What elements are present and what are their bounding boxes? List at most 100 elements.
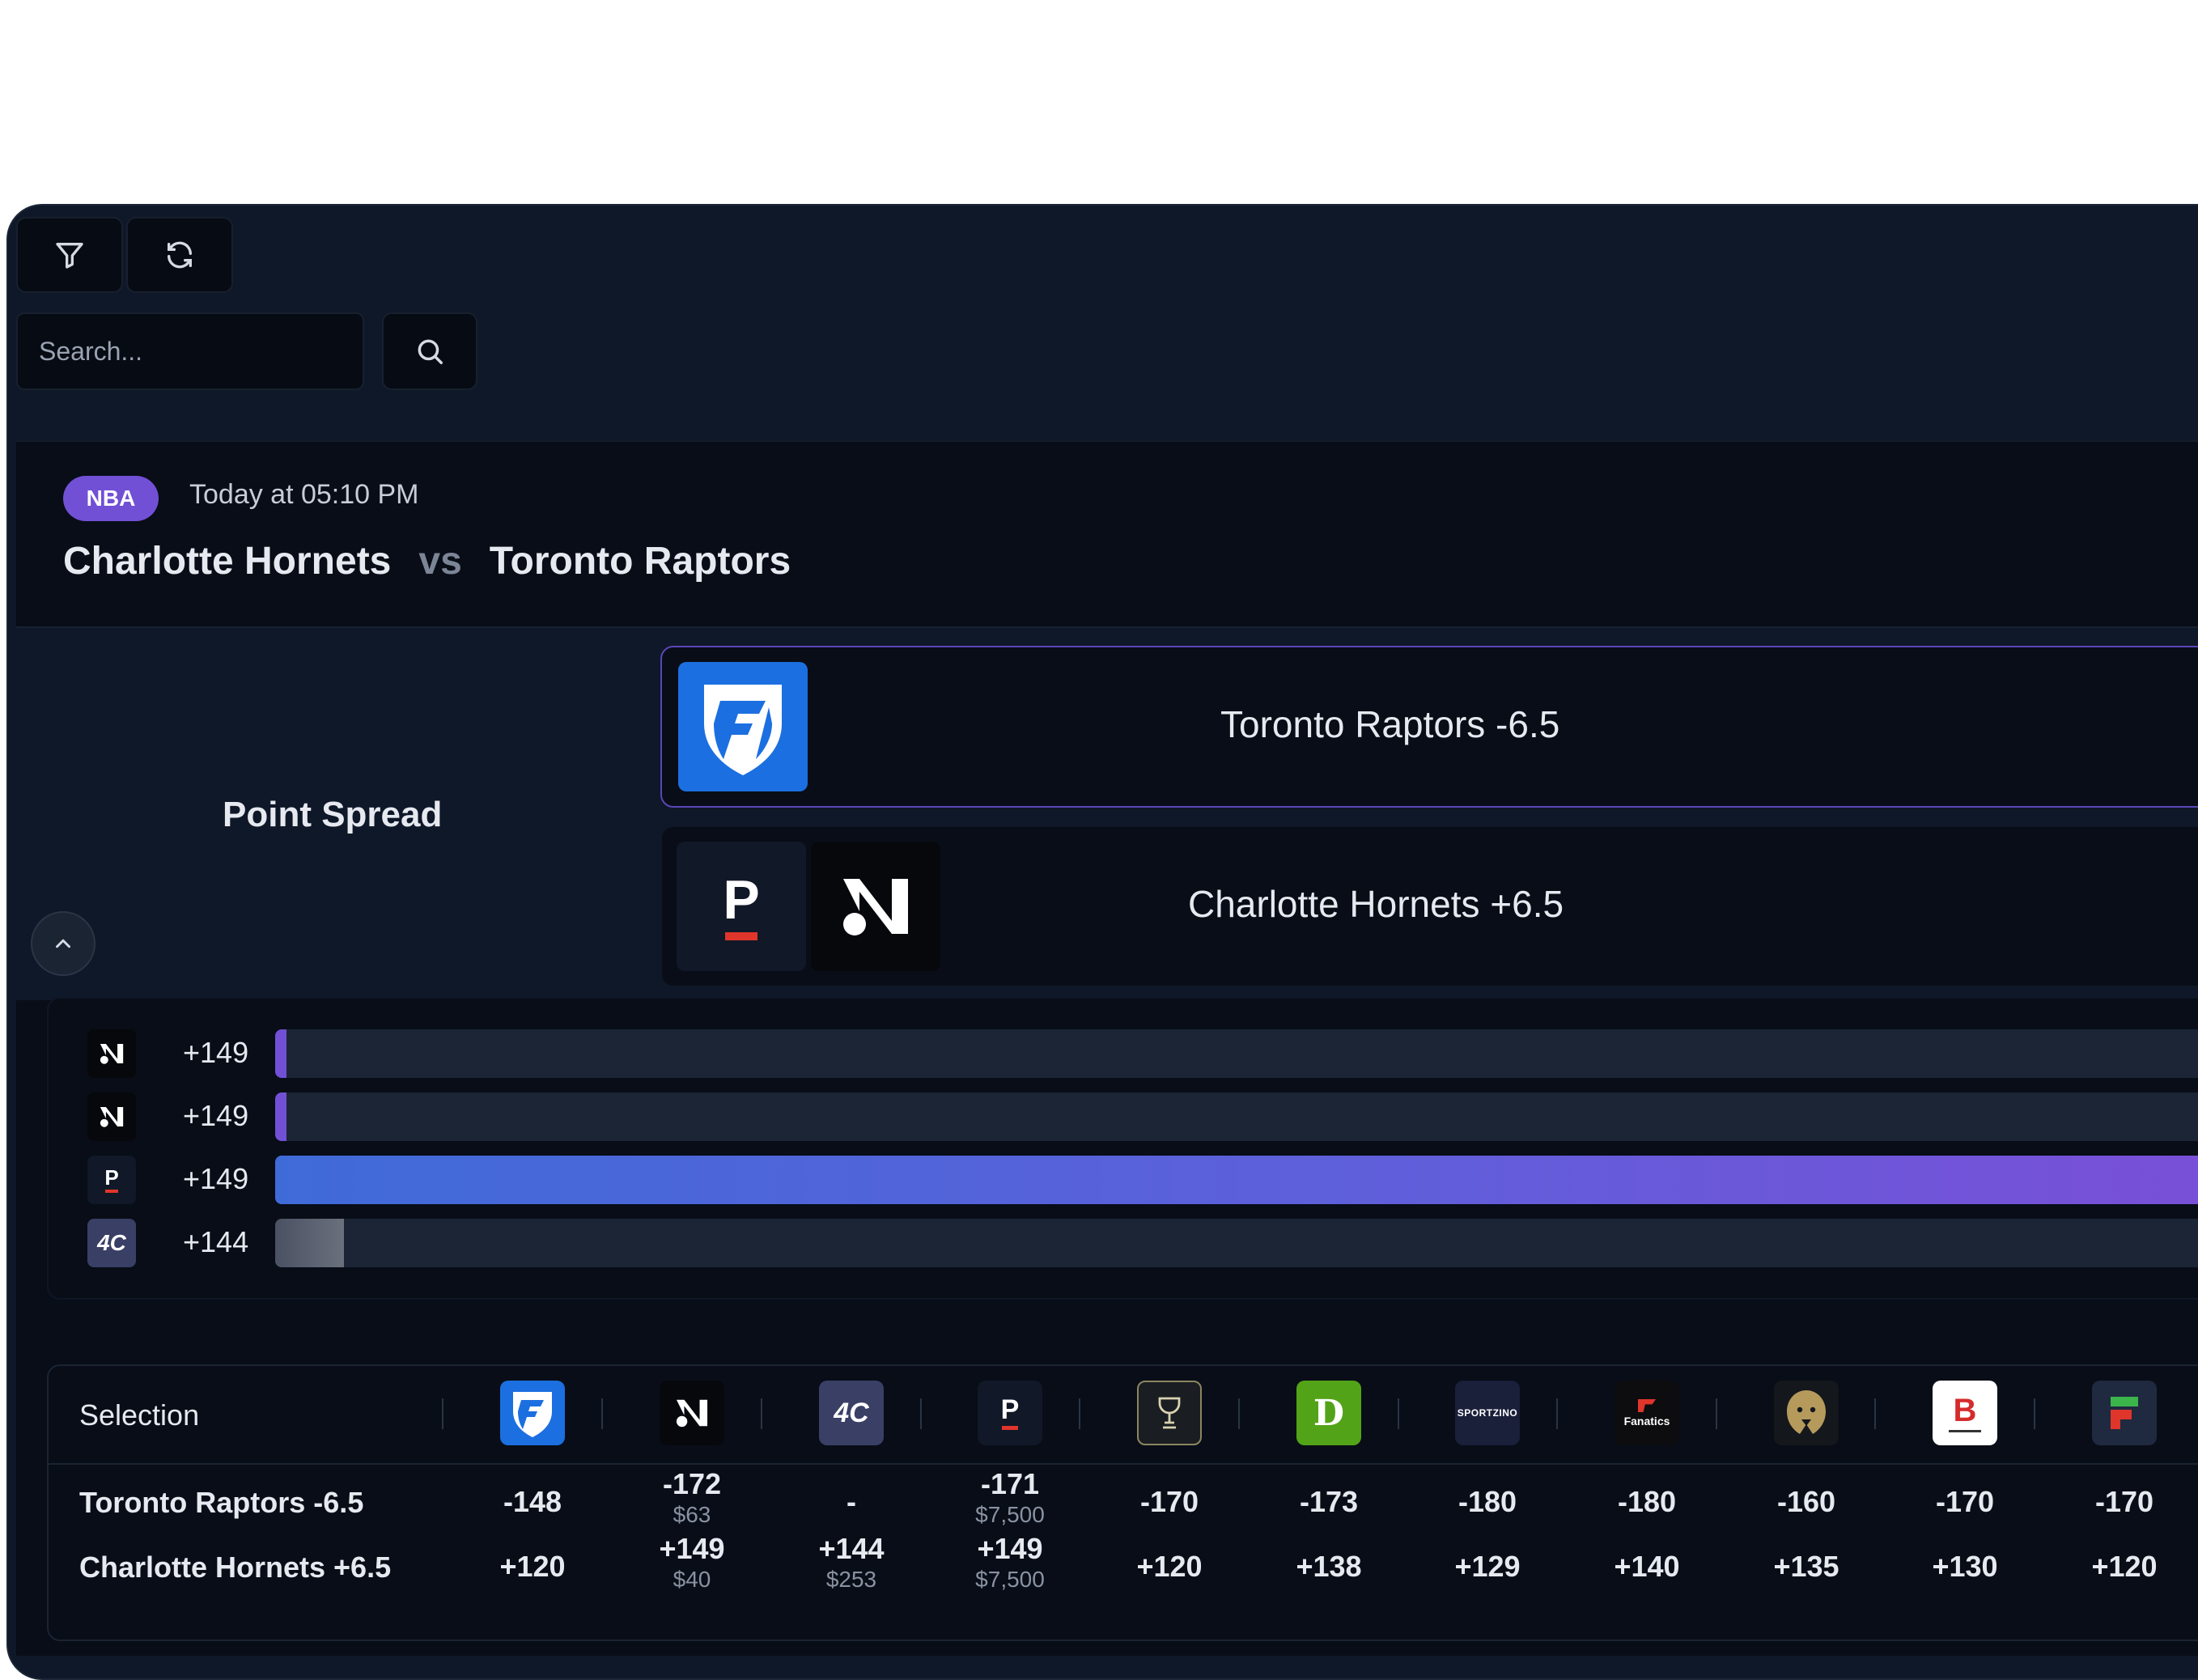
event-header: NBA Today at 05:10 PM Charlotte Hornets v… xyxy=(16,442,2198,628)
search-input[interactable] xyxy=(16,312,364,390)
fanduel-column-logo[interactable] xyxy=(500,1381,565,1445)
stake-value: $63 xyxy=(673,1502,711,1527)
pointsbet-icon: P xyxy=(87,1156,136,1204)
novig-logo xyxy=(811,842,940,971)
best-odds-label-away: Toronto Raptors -6.5 xyxy=(1220,703,1560,745)
collapse-button[interactable] xyxy=(31,911,95,976)
matchup-title: Charlotte Hornets vs Toronto Raptors xyxy=(63,539,791,583)
fanduel-logo xyxy=(678,662,808,791)
search-icon xyxy=(418,339,443,364)
odds-cell[interactable]: -170 xyxy=(2060,1486,2189,1518)
bar-odds-label: +149 xyxy=(183,1036,249,1069)
odds-value: -180 xyxy=(1458,1485,1517,1518)
selection-header: Selection xyxy=(79,1398,200,1432)
fanatics-column-logo[interactable]: Fanatics xyxy=(1615,1381,1679,1445)
odds-value: -170 xyxy=(2094,1485,2154,1518)
sportzino-column-logo[interactable]: SPORTZINO xyxy=(1455,1381,1520,1445)
bar-odds-label: +144 xyxy=(183,1225,249,1258)
odds-cell[interactable]: -172 $63 xyxy=(627,1468,757,1529)
fliff-column-logo[interactable] xyxy=(2092,1381,2157,1445)
odds-value: +120 xyxy=(1136,1550,1203,1583)
refresh-button[interactable] xyxy=(126,217,233,293)
odds-value: -170 xyxy=(1935,1485,1995,1518)
odds-cell[interactable]: -180 xyxy=(1423,1486,1552,1518)
bar-track xyxy=(275,1156,2198,1204)
odds-comparison-chart: +149 +149 P +149 4C +144 xyxy=(47,997,2198,1300)
filter-icon xyxy=(56,243,83,269)
best-odds-row-home[interactable]: P Charlotte Hornets +6.5 xyxy=(660,825,2198,987)
market-title: Point Spread xyxy=(223,795,443,834)
row-label: Toronto Raptors -6.5 xyxy=(79,1486,364,1519)
odds-value: +120 xyxy=(2091,1550,2158,1583)
stake-value: $253 xyxy=(825,1567,877,1592)
odds-value: -148 xyxy=(503,1485,562,1518)
away-team: Toronto Raptors xyxy=(489,540,791,583)
novig-column-logo[interactable] xyxy=(660,1381,724,1445)
odds-cell[interactable]: -170 xyxy=(1105,1486,1234,1518)
novig-icon xyxy=(87,1029,136,1078)
odds-cell[interactable]: +149 $7,500 xyxy=(945,1533,1075,1594)
circa-column-logo[interactable] xyxy=(1137,1381,1202,1445)
odds-cell[interactable]: +129 xyxy=(1423,1551,1552,1583)
trophy-icon xyxy=(1158,1397,1181,1429)
odds-cell[interactable]: +120 xyxy=(2060,1551,2189,1583)
bar-track xyxy=(275,1029,2198,1078)
odds-cell[interactable]: -160 xyxy=(1742,1486,1871,1518)
odds-cell[interactable]: +120 xyxy=(468,1551,597,1583)
odds-cell[interactable]: +130 xyxy=(1900,1551,2030,1583)
bar-fill xyxy=(275,1219,344,1267)
draftkings-column-logo[interactable]: D xyxy=(1296,1381,1361,1445)
league-badge: NBA xyxy=(63,476,159,521)
odds-value: -172 xyxy=(662,1467,722,1500)
filter-button[interactable] xyxy=(16,217,123,293)
chart-bar-row: +149 xyxy=(49,1092,2198,1143)
table-header: Selection 4C P D SPORTZINO Fanatics B xyxy=(49,1366,2198,1465)
odds-value: +144 xyxy=(818,1532,885,1565)
odds-cell[interactable]: +138 xyxy=(1264,1551,1394,1583)
bar-fill xyxy=(275,1029,286,1078)
best-odds-row-away[interactable]: Toronto Raptors -6.5 xyxy=(660,646,2198,808)
fanduel-shield-icon xyxy=(704,685,782,775)
event-time: Today at 05:10 PM xyxy=(189,479,419,510)
pointsbet-underline xyxy=(724,932,757,940)
market-section: Point Spread Toronto Raptors -6.5 P Char… xyxy=(16,628,2198,1000)
odds-value: +120 xyxy=(499,1550,566,1583)
4cx-icon: 4C xyxy=(87,1219,136,1267)
bovada-column-logo[interactable]: B xyxy=(1933,1381,1997,1445)
pointsbet-column-logo[interactable]: P xyxy=(978,1381,1042,1445)
odds-cell[interactable]: +144 $253 xyxy=(787,1533,916,1594)
odds-value: +130 xyxy=(1932,1550,1998,1583)
row-label: Charlotte Hornets +6.5 xyxy=(79,1551,392,1584)
bar-odds-label: +149 xyxy=(183,1162,249,1195)
odds-cell[interactable]: -170 xyxy=(1900,1486,2030,1518)
betmgm-column-logo[interactable] xyxy=(1774,1381,1839,1445)
search-button[interactable] xyxy=(382,312,477,390)
odds-cell[interactable]: -171 $7,500 xyxy=(945,1468,1075,1529)
odds-cell[interactable]: +135 xyxy=(1742,1551,1871,1583)
odds-cell[interactable]: -148 xyxy=(468,1486,597,1518)
odds-cell[interactable]: -180 xyxy=(1582,1486,1712,1518)
odds-cell[interactable]: -173 xyxy=(1264,1486,1394,1518)
lion-icon xyxy=(1787,1390,1826,1434)
novig-icon xyxy=(87,1092,136,1141)
odds-value: -160 xyxy=(1776,1485,1836,1518)
bar-fill xyxy=(275,1156,2198,1204)
odds-value: +140 xyxy=(1614,1550,1680,1583)
home-team: Charlotte Hornets xyxy=(63,540,392,583)
odds-value: +149 xyxy=(659,1532,725,1565)
odds-value: +135 xyxy=(1773,1550,1839,1583)
bar-track xyxy=(275,1092,2198,1141)
odds-panel: NBA Today at 05:10 PM Charlotte Hornets v… xyxy=(6,204,2198,1680)
best-odds-label-home: Charlotte Hornets +6.5 xyxy=(1188,883,1564,925)
odds-value: -171 xyxy=(980,1467,1040,1500)
odds-value: +129 xyxy=(1454,1550,1521,1583)
refresh-icon xyxy=(168,241,192,269)
4cx-column-logo[interactable]: 4C xyxy=(819,1381,884,1445)
odds-cell[interactable]: +120 xyxy=(1105,1551,1234,1583)
odds-table: Selection 4C P D SPORTZINO Fanatics B To… xyxy=(47,1364,2198,1641)
bar-odds-label: +149 xyxy=(183,1099,249,1132)
odds-cell[interactable]: +140 xyxy=(1582,1551,1712,1583)
odds-cell[interactable]: +149 $40 xyxy=(627,1533,757,1594)
chart-bar-row: 4C +144 xyxy=(49,1219,2198,1269)
odds-cell[interactable]: - xyxy=(787,1486,916,1518)
